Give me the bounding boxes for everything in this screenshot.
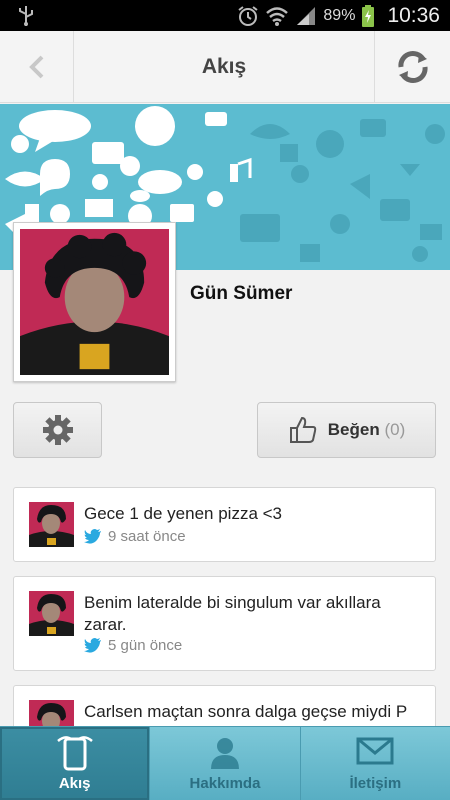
refresh-icon <box>397 51 428 83</box>
bottom-tab-bar: Akış Hakkımda İletişim <box>0 726 450 800</box>
feed-avatar <box>29 502 74 547</box>
feed-meta: 9 saat önce <box>84 528 186 545</box>
back-button[interactable] <box>0 31 74 103</box>
feed-avatar <box>29 591 74 636</box>
tab-hakkimda[interactable]: Hakkımda <box>150 727 301 800</box>
profile-name: Gün Sümer <box>190 283 293 304</box>
thumbs-up-icon <box>289 416 316 443</box>
tab-label: Hakkımda <box>189 775 261 792</box>
twitter-icon <box>84 529 101 544</box>
tab-akis[interactable]: Akış <box>0 727 151 800</box>
feed-text: Benim lateralde bi singulum var akıllara… <box>84 593 381 634</box>
chevron-left-icon <box>28 55 43 79</box>
gear-icon <box>42 415 73 445</box>
clock: 10:36 <box>387 3 440 27</box>
feed-time: 5 gün önce <box>108 637 183 654</box>
tab-iletisim[interactable]: İletişim <box>301 727 450 800</box>
tab-label: Akış <box>58 775 91 792</box>
like-count: (0) <box>384 420 406 439</box>
like-button[interactable]: Beğen (0) <box>257 402 436 458</box>
profile-avatar <box>13 222 176 382</box>
usb-icon <box>19 6 33 26</box>
battery-percent: 89% <box>323 6 356 24</box>
page-title: Akış <box>201 55 247 78</box>
wifi-icon <box>266 6 289 26</box>
feed-time: 9 saat önce <box>108 528 186 545</box>
battery-charging-icon <box>362 4 375 27</box>
phone-icon <box>56 736 93 771</box>
tab-label: İletişim <box>349 775 402 792</box>
like-label: Beğen <box>327 420 380 439</box>
action-bar: Akış <box>0 31 450 103</box>
envelope-icon <box>356 737 394 765</box>
status-bar: 89% 10:36 <box>0 0 450 31</box>
refresh-button[interactable] <box>374 31 450 103</box>
settings-button[interactable] <box>13 402 102 458</box>
feed-item[interactable]: Gece 1 de yenen pizza <3 9 saat önce <box>13 487 436 562</box>
twitter-icon <box>84 638 101 653</box>
person-icon <box>210 738 239 769</box>
signal-icon <box>297 6 316 25</box>
alarm-icon <box>238 5 259 26</box>
feed-meta: 5 gün önce <box>84 637 182 654</box>
feed-text: Gece 1 de yenen pizza <3 <box>84 504 282 523</box>
feed-item[interactable]: Benim lateralde bi singulum var akıllara… <box>13 576 436 671</box>
feed-text: Carlsen maçtan sonra dalga geçse miydi P <box>84 702 408 721</box>
avatar-photo <box>20 229 169 375</box>
